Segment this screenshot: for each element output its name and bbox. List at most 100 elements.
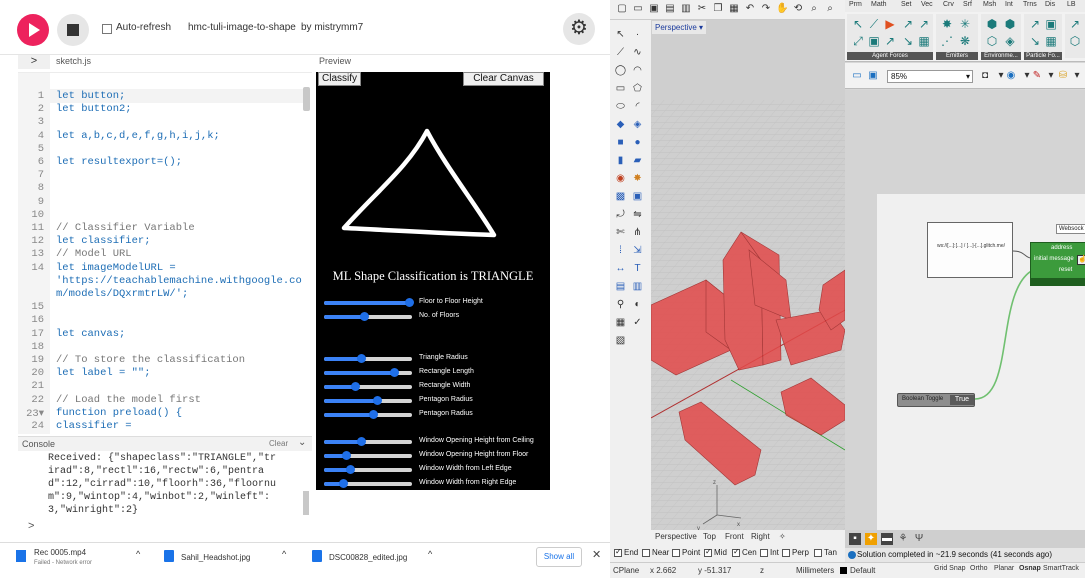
viewport-label-dropdown[interactable]: Perspective ▾ [652, 21, 707, 34]
ws-param-initial-message[interactable]: initial message [1034, 256, 1074, 262]
check-icon[interactable]: ✓ [631, 316, 644, 329]
loft-icon[interactable]: ◈ [631, 118, 644, 131]
zoom-icon[interactable]: ⌕ [808, 3, 820, 15]
new-file-icon[interactable]: ▢ [616, 3, 628, 15]
download-item-name[interactable]: Rec 0005.mp4 [34, 548, 86, 557]
gh-tab[interactable]: Trns [1023, 1, 1037, 8]
arc-icon[interactable]: ◠ [631, 64, 644, 77]
slider-handle[interactable] [342, 451, 351, 460]
block-icon[interactable]: ▥ [631, 280, 644, 293]
surface-icon[interactable]: ◆ [614, 118, 627, 131]
slider-handle[interactable] [339, 479, 349, 488]
sketch-title[interactable]: hmc-tuli-image-to-shape [188, 22, 296, 33]
zoom-extents-icon[interactable]: ⌕ [824, 3, 836, 15]
emitter-icon[interactable]: ⋰ [940, 34, 954, 48]
parameter-slider[interactable] [324, 396, 412, 405]
tab-add-viewport[interactable]: ✧ [779, 532, 786, 541]
sketch-icon[interactable]: ▾ [1045, 70, 1057, 82]
osnap-checkbox[interactable] [642, 549, 650, 557]
open-file-icon[interactable]: ▭ [851, 70, 863, 82]
force-icon[interactable]: ⟋ [867, 17, 881, 31]
circle-icon[interactable]: ◯ [614, 64, 627, 77]
rectangle-icon[interactable]: ▭ [614, 82, 627, 95]
snap-toggle[interactable]: Ortho [970, 565, 988, 572]
emitter-icon[interactable]: ✸ [940, 17, 954, 31]
fillet-icon[interactable]: ◜ [631, 100, 644, 113]
download-menu-icon[interactable]: ^ [428, 549, 432, 559]
paste-icon[interactable]: ▦ [728, 3, 740, 15]
particle-icon[interactable]: ↗ [1028, 17, 1042, 31]
transform-icon[interactable]: ⤾ [614, 208, 627, 221]
parameter-slider[interactable] [324, 479, 412, 488]
parameter-slider[interactable] [324, 465, 412, 474]
particle-icon[interactable]: ▣ [1044, 17, 1058, 31]
download-menu-icon[interactable]: ^ [136, 549, 140, 559]
gh-tab[interactable]: Prm [849, 1, 862, 8]
slider-handle[interactable] [405, 298, 415, 307]
sketch-preview-canvas[interactable]: Classify Clear Canvas ML Shape Classific… [316, 72, 550, 490]
curve-icon[interactable]: ∿ [631, 46, 644, 59]
tab-perspective[interactable]: Perspective [655, 532, 697, 541]
parameter-slider[interactable] [324, 382, 412, 391]
perspective-viewport[interactable]: z x y Perspective ▾ [651, 20, 845, 530]
slider-handle[interactable] [369, 410, 379, 419]
gh-tab[interactable]: Crv [943, 1, 954, 8]
cut-icon[interactable]: ✂ [696, 3, 708, 15]
gh-tool-icon[interactable]: Ψ [913, 533, 925, 545]
parameter-slider[interactable] [324, 312, 412, 321]
array-icon[interactable]: ⁞ [614, 244, 627, 257]
cylinder-icon[interactable]: ▮ [614, 154, 627, 167]
grid-icon[interactable]: ▦ [614, 316, 627, 329]
stop-button[interactable] [57, 14, 89, 46]
pan-hand-icon[interactable]: ✋ [776, 3, 788, 15]
save-icon[interactable]: ▣ [648, 3, 660, 15]
split-icon[interactable]: ⋔ [631, 226, 644, 239]
gh-tool-icon[interactable]: ▪ [849, 533, 861, 545]
slider-handle[interactable] [359, 312, 369, 321]
force-icon[interactable]: ↗ [901, 17, 915, 31]
box-icon[interactable]: ■ [614, 136, 627, 149]
layer-name[interactable]: Default [850, 566, 875, 575]
force-icon[interactable]: ↗ [883, 34, 897, 48]
ws-param-address[interactable]: address [1051, 245, 1072, 251]
force-icon[interactable]: ↗ [917, 17, 931, 31]
particle-icon[interactable]: ▦ [1044, 34, 1058, 48]
select-arrow-icon[interactable]: ↖ [614, 28, 627, 41]
parameter-slider[interactable] [324, 354, 412, 363]
parameter-slider[interactable] [324, 298, 415, 307]
tab-right[interactable]: Right [751, 532, 770, 541]
force-icon[interactable]: ▣ [867, 34, 881, 48]
gh-tab[interactable]: Int [1005, 1, 1013, 8]
bake-icon[interactable]: ⛁ [1057, 70, 1069, 82]
polyline-icon[interactable]: ⟋ [614, 46, 627, 59]
force-icon[interactable]: ▶ [883, 17, 897, 31]
osnap-checkbox[interactable] [732, 547, 740, 557]
environment-icon[interactable]: ⬢ [1003, 17, 1017, 31]
particle-icon[interactable]: ↘ [1028, 34, 1042, 48]
environment-icon[interactable]: ⬢ [985, 17, 999, 31]
emitter-icon[interactable]: ✳ [958, 17, 972, 31]
snap-toggle[interactable]: Osnap [1019, 565, 1041, 572]
websocket-component[interactable]: address initial message reset ☝ [1030, 242, 1085, 286]
environment-icon[interactable]: ⬡ [985, 34, 999, 48]
slider-handle[interactable] [356, 354, 366, 363]
tab-front[interactable]: Front [725, 532, 744, 541]
download-menu-icon[interactable]: ^ [282, 549, 286, 559]
gh-tab[interactable]: LB [1067, 1, 1076, 8]
osnap-checkbox[interactable] [814, 549, 822, 557]
tab-top[interactable]: Top [703, 532, 716, 541]
preview-mode-icon[interactable]: ◘ [979, 70, 991, 82]
eye-icon[interactable]: ◉ [1005, 70, 1017, 82]
ellipse-icon[interactable]: ⬭ [614, 100, 627, 113]
gh-tool-icon[interactable]: ▬ [881, 533, 893, 545]
snap-toggle[interactable]: Grid Snap [934, 565, 966, 572]
emitter-icon[interactable]: ❋ [958, 34, 972, 48]
boolean-toggle-component[interactable]: Boolean Toggle True [897, 393, 975, 407]
parameter-slider[interactable] [324, 451, 412, 460]
editor-scrollbar[interactable] [303, 87, 310, 111]
copy-icon[interactable]: ❐ [712, 3, 724, 15]
console-scrollbar[interactable] [303, 491, 309, 515]
slider-handle[interactable] [346, 465, 356, 474]
mirror-icon[interactable]: ⇋ [631, 208, 644, 221]
ws-param-reset[interactable]: reset [1059, 267, 1072, 273]
